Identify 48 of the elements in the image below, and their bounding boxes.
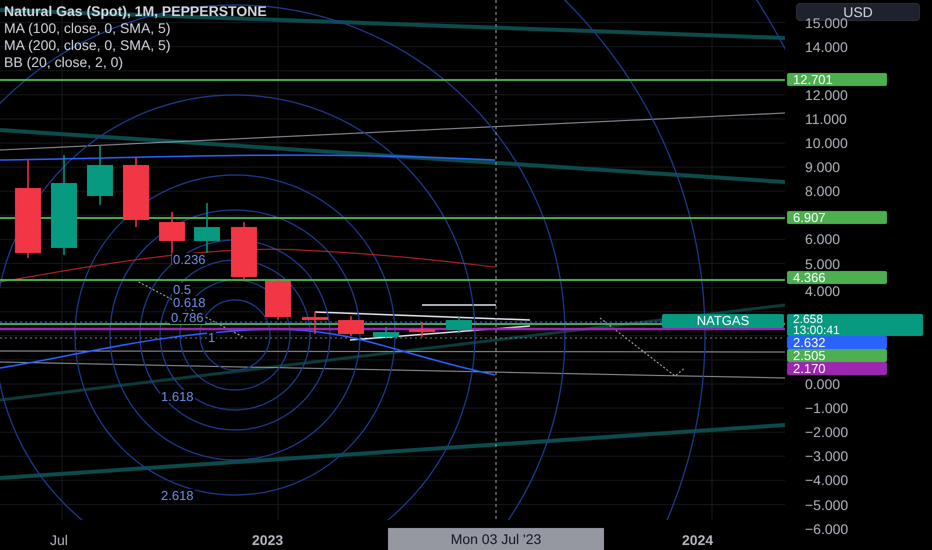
price-tag: 2.170 <box>787 362 887 375</box>
price-axis-label: −1.000 <box>805 400 848 416</box>
price-axis-label: 5.000 <box>805 256 840 272</box>
price-axis-label: −2.000 <box>805 424 848 440</box>
price-tag: 4.366 <box>787 271 887 284</box>
price-axis-label: 6.000 <box>805 231 840 248</box>
price-axis-label: −6.000 <box>805 520 848 537</box>
fib-level-label: 0.618 <box>172 296 207 309</box>
time-axis-label: 2023 <box>252 531 284 550</box>
time-axis-label: Jul <box>50 531 68 550</box>
candle <box>265 280 291 320</box>
fib-level-label: 0.236 <box>172 253 207 266</box>
price-tag: 12.701 <box>787 73 887 86</box>
candle <box>409 322 435 337</box>
indicator-legend: BB (20, close, 2, 0) <box>4 54 124 71</box>
price-axis-label: 10.000 <box>805 135 848 151</box>
price-axis-label: 4.000 <box>805 282 840 299</box>
price-axis-label: −4.000 <box>805 472 848 488</box>
price-tag: 2.505 <box>787 349 887 362</box>
price-tag: 6.907 <box>787 211 887 224</box>
fib-level-label: 1 <box>207 331 216 344</box>
candle <box>87 145 113 205</box>
symbol-tag: NATGAS <box>662 314 784 328</box>
candle <box>302 312 328 334</box>
price-axis-label: 8.000 <box>805 183 840 200</box>
candle <box>338 316 364 336</box>
candle <box>446 317 472 333</box>
fib-level-label: 0.5 <box>172 283 192 296</box>
price-axis-label: 11.000 <box>805 110 847 127</box>
price-axis-label: 12.000 <box>805 86 848 103</box>
time-axis-label: 2024 <box>682 531 714 550</box>
candle <box>231 222 257 280</box>
symbol-title: Natural Gas (Spot), 1M, PEPPERSTONE <box>4 3 267 20</box>
bar-countdown: 13:00:41 <box>793 325 841 336</box>
candle <box>123 158 149 227</box>
price-axis-label: −5.000 <box>805 496 848 512</box>
candle <box>194 203 220 253</box>
fib-level-label: 0.786 <box>170 311 205 324</box>
last-price: 2.658 <box>793 314 824 325</box>
fib-level-label: 2.618 <box>160 489 195 502</box>
crosshair-date-label: Mon 03 Jul '23 <box>388 528 604 550</box>
fib-level-label: 1.618 <box>160 390 195 403</box>
price-tag: 2.632 <box>787 336 887 349</box>
price-axis-label: 0.000 <box>805 376 840 392</box>
price-axis-label: −3.000 <box>805 448 848 464</box>
candle <box>373 327 399 338</box>
price-axis-label: 9.000 <box>805 159 840 176</box>
price-axis-label: 14.000 <box>805 38 848 55</box>
